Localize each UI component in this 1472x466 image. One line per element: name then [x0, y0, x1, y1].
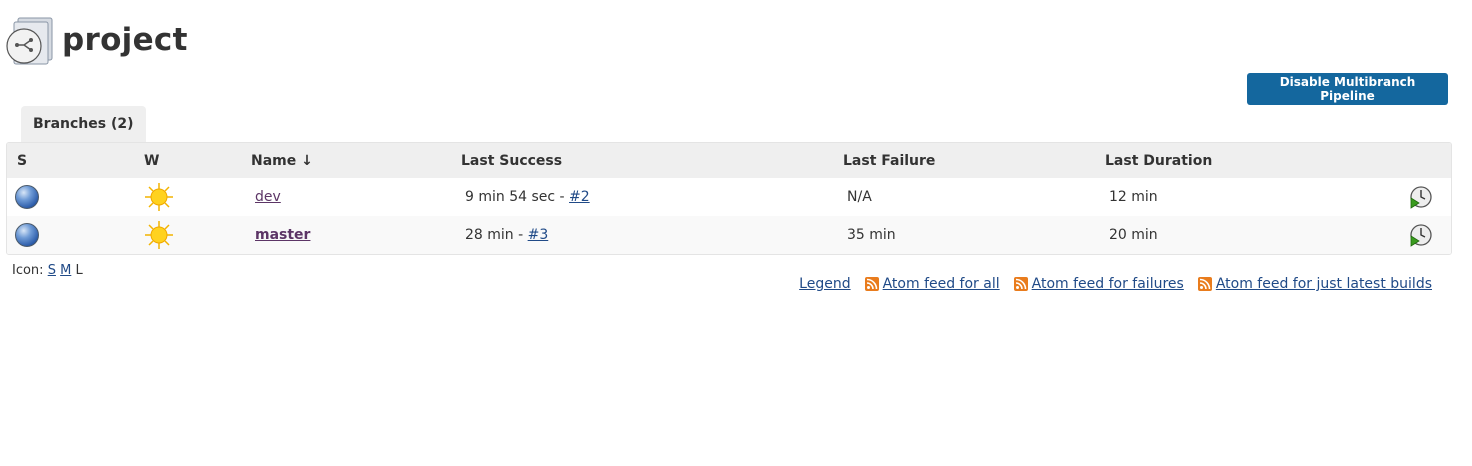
- column-header-weather[interactable]: W: [144, 143, 251, 178]
- last-success-time: 9 min 54 sec -: [465, 189, 570, 205]
- atom-feed-all-link[interactable]: Atom feed for all: [883, 276, 1000, 292]
- column-header-actions: [1409, 143, 1451, 178]
- feed-latest: Atom feed for just latest builds: [1197, 276, 1432, 292]
- multibranch-folder-icon: [6, 14, 56, 66]
- tab-bar: Branches (2): [21, 106, 146, 142]
- icon-size-large-current: L: [75, 263, 83, 278]
- rss-feed-icon: [1013, 277, 1028, 291]
- page-header: project: [6, 14, 188, 66]
- table-header-row: S W Name ↓ Last Success Last Failure Las…: [7, 143, 1451, 178]
- sunny-icon: [144, 220, 174, 250]
- feed-all: Atom feed for all: [864, 276, 1000, 292]
- blue-ball-icon: [15, 223, 39, 247]
- column-header-last-success[interactable]: Last Success: [461, 143, 843, 178]
- page: project Disable Multibranch Pipeline Bra…: [0, 0, 1472, 466]
- column-header-status[interactable]: S: [7, 143, 144, 178]
- schedule-build-icon[interactable]: [1409, 185, 1433, 209]
- sunny-icon: [144, 182, 174, 212]
- tab-branches[interactable]: Branches (2): [21, 106, 146, 142]
- icon-size-small-link[interactable]: S: [48, 263, 56, 278]
- build-link[interactable]: #2: [569, 189, 590, 205]
- column-header-name[interactable]: Name ↓: [251, 143, 461, 178]
- last-failure-value: N/A: [847, 189, 872, 205]
- legend-link[interactable]: Legend: [799, 276, 850, 292]
- footer-links: Legend Atom feed for all Atom feed for f…: [799, 276, 1432, 292]
- table-row: dev 9 min 54 sec - #2 N/A 12 min: [7, 178, 1451, 216]
- last-failure-value: 35 min: [847, 227, 896, 243]
- branch-link-master[interactable]: master: [255, 227, 310, 243]
- icon-size-selector: Icon: S M L: [12, 263, 83, 278]
- icon-size-medium-link[interactable]: M: [60, 263, 71, 278]
- last-duration-value: 12 min: [1109, 189, 1158, 205]
- rss-feed-icon: [1197, 277, 1212, 291]
- branch-link-dev[interactable]: dev: [255, 189, 281, 205]
- atom-feed-latest-link[interactable]: Atom feed for just latest builds: [1216, 276, 1432, 292]
- column-header-last-duration[interactable]: Last Duration: [1105, 143, 1409, 178]
- build-link[interactable]: #3: [528, 227, 549, 243]
- page-title: project: [62, 22, 188, 58]
- disable-multibranch-pipeline-button[interactable]: Disable Multibranch Pipeline: [1247, 73, 1448, 105]
- rss-feed-icon: [864, 277, 879, 291]
- column-header-last-failure[interactable]: Last Failure: [843, 143, 1105, 178]
- last-success-time: 28 min -: [465, 227, 528, 243]
- last-duration-value: 20 min: [1109, 227, 1158, 243]
- icon-size-label: Icon:: [12, 263, 48, 278]
- branches-table: S W Name ↓ Last Success Last Failure Las…: [6, 142, 1452, 255]
- atom-feed-failures-link[interactable]: Atom feed for failures: [1032, 276, 1184, 292]
- blue-ball-icon: [15, 185, 39, 209]
- feed-failures: Atom feed for failures: [1013, 276, 1184, 292]
- schedule-build-icon[interactable]: [1409, 223, 1433, 247]
- table-row: master 28 min - #3 35 min 20 min: [7, 216, 1451, 254]
